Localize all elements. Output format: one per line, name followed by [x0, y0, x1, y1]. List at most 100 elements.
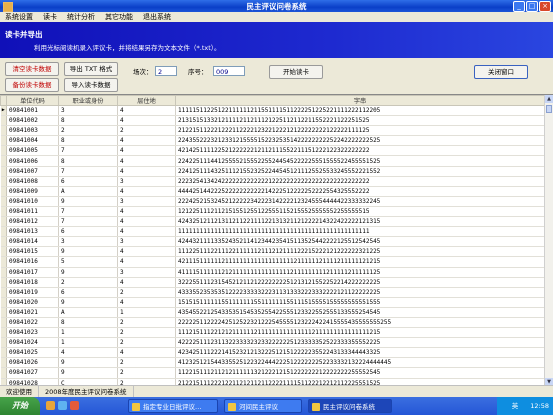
cell-residence[interactable]: 4 [117, 105, 176, 117]
cell-unit-code[interactable]: 09841021 [6, 307, 59, 318]
cell-occupation[interactable]: 9 [58, 357, 118, 369]
cell-occupation[interactable]: A [58, 186, 118, 197]
cell-occupation[interactable]: 7 [58, 145, 118, 157]
scroll-thumb[interactable] [546, 105, 552, 113]
cell-occupation[interactable]: 8 [58, 115, 118, 127]
cell-residence[interactable]: 3 [117, 176, 176, 187]
cell-string[interactable]: 3222551112315452121121222222225121312155… [175, 277, 545, 288]
cell-string[interactable]: 4123251215443355251223224442225122222225… [175, 357, 545, 369]
menu-statistics[interactable]: 统计分析 [62, 12, 100, 22]
table-row[interactable]: 09841013 6 4 111111111111111111111111111111… [0, 226, 545, 238]
table-row[interactable]: 09841017 9 3 411115111111212111111111111111… [0, 267, 545, 278]
cell-residence[interactable]: 3 [117, 236, 176, 248]
table-row[interactable]: 09841019 6 2 433355235353512222333332223113… [0, 287, 545, 298]
cell-string[interactable]: 1111111111111111111111111111111111111111… [175, 226, 545, 238]
table-row[interactable]: 09841006 8 4 224225111441255552155522552445… [0, 155, 545, 167]
table-row[interactable]: 09841009 A 4 444425144222522222222222142225… [0, 186, 545, 197]
cell-string[interactable]: 1111151122512211111121155111151122225122… [175, 105, 545, 117]
cell-occupation[interactable]: 9 [58, 267, 118, 278]
table-row[interactable]: 09841027 9 2 112215111211212111111321222121… [0, 367, 545, 379]
cell-occupation[interactable]: 7 [58, 166, 118, 177]
table-row[interactable]: 09841023 1 2 111215111221212111111211111111… [0, 327, 545, 339]
cell-occupation[interactable]: 2 [58, 125, 118, 137]
cell-string[interactable]: 2241251114325111215523252244545121112552… [175, 166, 545, 177]
start-button[interactable]: 开始 [0, 397, 40, 415]
clear-data-button[interactable]: 清空读卡数据 [5, 62, 59, 76]
import-data-button[interactable]: 导入读卡数据 [64, 78, 118, 92]
cell-occupation[interactable]: 6 [58, 176, 118, 187]
cell-unit-code[interactable]: 09841017 [6, 267, 59, 278]
cell-string[interactable]: 2243552223212331215555152232535142222222… [175, 135, 545, 147]
session-input[interactable]: 2 [155, 66, 177, 76]
table-row[interactable]: 09841015 9 4 111225111221112211111121112121… [0, 246, 545, 258]
task-item-3[interactable]: 民主评议问卷系统 [308, 399, 392, 413]
cell-string[interactable]: 2224252153245212222234222314222212324555… [175, 196, 545, 207]
cell-occupation[interactable]: 8 [58, 317, 118, 329]
cell-string[interactable]: 4211151111112111111111111111111121111112… [175, 256, 545, 268]
vertical-scrollbar[interactable]: ▲ ▼ [544, 95, 553, 386]
cell-unit-code[interactable]: 09841014 [6, 236, 59, 248]
table-row[interactable]: 09841025 4 4 423425111222141523212132225121… [0, 347, 545, 359]
cell-string[interactable]: 1112151112212121111112111111111111111211… [175, 327, 545, 339]
table-row[interactable]: 09841022 8 2 222225112222425125223212225455… [0, 317, 545, 329]
cell-string[interactable]: 4444251442225222222222221422251222225222… [175, 186, 545, 197]
cell-occupation[interactable]: 3 [58, 236, 118, 248]
cell-residence[interactable]: 4 [117, 135, 176, 147]
cell-occupation[interactable]: 2 [58, 277, 118, 288]
cell-residence[interactable]: 1 [117, 307, 176, 318]
cell-string[interactable]: 2223254134242222222222222122222222222222… [175, 176, 545, 187]
menu-other-functions[interactable]: 其它功能 [100, 12, 138, 22]
cell-unit-code[interactable]: 09841026 [6, 357, 59, 369]
cell-occupation[interactable]: 7 [58, 206, 118, 218]
cell-string[interactable]: 1212251112112151551255122555115215552555… [175, 206, 545, 218]
table-row[interactable]: 09841020 9 4 151515111111551111111551111111… [0, 297, 545, 308]
table-row[interactable]: 09841026 9 2 412325121544335525122322444222… [0, 357, 545, 369]
cell-unit-code[interactable]: 09841006 [6, 155, 59, 167]
cell-residence[interactable]: 4 [117, 155, 176, 167]
table-row[interactable]: 09841024 1 2 422225111231132233332323322222… [0, 337, 545, 349]
table-row[interactable]: 09841016 5 4 421115111111211111111111111111… [0, 256, 545, 268]
scroll-up-icon[interactable]: ▲ [545, 95, 553, 103]
cell-residence[interactable]: 2 [117, 327, 176, 339]
cell-unit-code[interactable]: 09841001 [6, 105, 59, 117]
system-tray[interactable]: 英 12:58 [497, 397, 553, 415]
cell-string[interactable]: 4243251211213112112211112213132112122221… [175, 216, 545, 228]
col-header-unit-code[interactable]: 单位代码 [6, 95, 59, 106]
cell-residence[interactable]: 4 [117, 216, 176, 228]
close-window-button[interactable]: 关闭窗口 [474, 65, 528, 79]
cell-residence[interactable]: 4 [117, 246, 176, 258]
cell-unit-code[interactable]: 09841024 [6, 337, 59, 349]
close-button[interactable]: × [539, 1, 551, 12]
cell-residence[interactable]: 4 [117, 256, 176, 268]
menu-exit[interactable]: 退出系统 [138, 12, 176, 22]
cell-occupation[interactable]: 9 [58, 246, 118, 258]
cell-occupation[interactable]: 9 [58, 367, 118, 379]
cell-occupation[interactable]: A [58, 307, 118, 318]
cell-residence[interactable]: 2 [117, 317, 176, 329]
cell-residence[interactable]: 4 [117, 277, 176, 288]
col-header-string[interactable]: 字串 [175, 95, 545, 106]
col-header-occupation[interactable]: 职业或身份 [58, 95, 118, 106]
cell-unit-code[interactable]: 09841010 [6, 196, 59, 207]
cell-residence[interactable]: 4 [117, 145, 176, 157]
cell-residence[interactable]: 3 [117, 267, 176, 278]
cell-string[interactable]: 1122151112112121111113212221215122222221… [175, 367, 545, 379]
cell-unit-code[interactable]: 09841007 [6, 166, 59, 177]
cell-occupation[interactable]: 3 [58, 105, 118, 117]
cell-unit-code[interactable]: 09841004 [6, 135, 59, 147]
cell-unit-code[interactable]: 09841008 [6, 176, 59, 187]
table-row[interactable]: 09841021 A 1 435455221254335351545352554225… [0, 307, 545, 318]
cell-residence[interactable]: 4 [117, 166, 176, 177]
task-item-1[interactable]: 指定专业日批评议… [128, 399, 218, 413]
seq-input[interactable]: 009 [213, 66, 245, 76]
table-row[interactable]: 09841002 8 4 213151513321211112112111212251… [0, 115, 545, 127]
col-header-residence[interactable]: 层住地 [117, 95, 176, 106]
table-row[interactable]: 09841005 7 4 421425111122521222222121121115… [0, 145, 545, 157]
cell-occupation[interactable]: 1 [58, 337, 118, 349]
cell-residence[interactable]: 2 [117, 367, 176, 379]
minimize-button[interactable]: _ [513, 1, 525, 12]
input-language[interactable]: 英 [512, 402, 519, 410]
cell-occupation[interactable]: 6 [58, 287, 118, 298]
cell-string[interactable]: 2122151122212221122221232212221212222222… [175, 125, 545, 137]
cell-unit-code[interactable]: 09841003 [6, 125, 59, 137]
